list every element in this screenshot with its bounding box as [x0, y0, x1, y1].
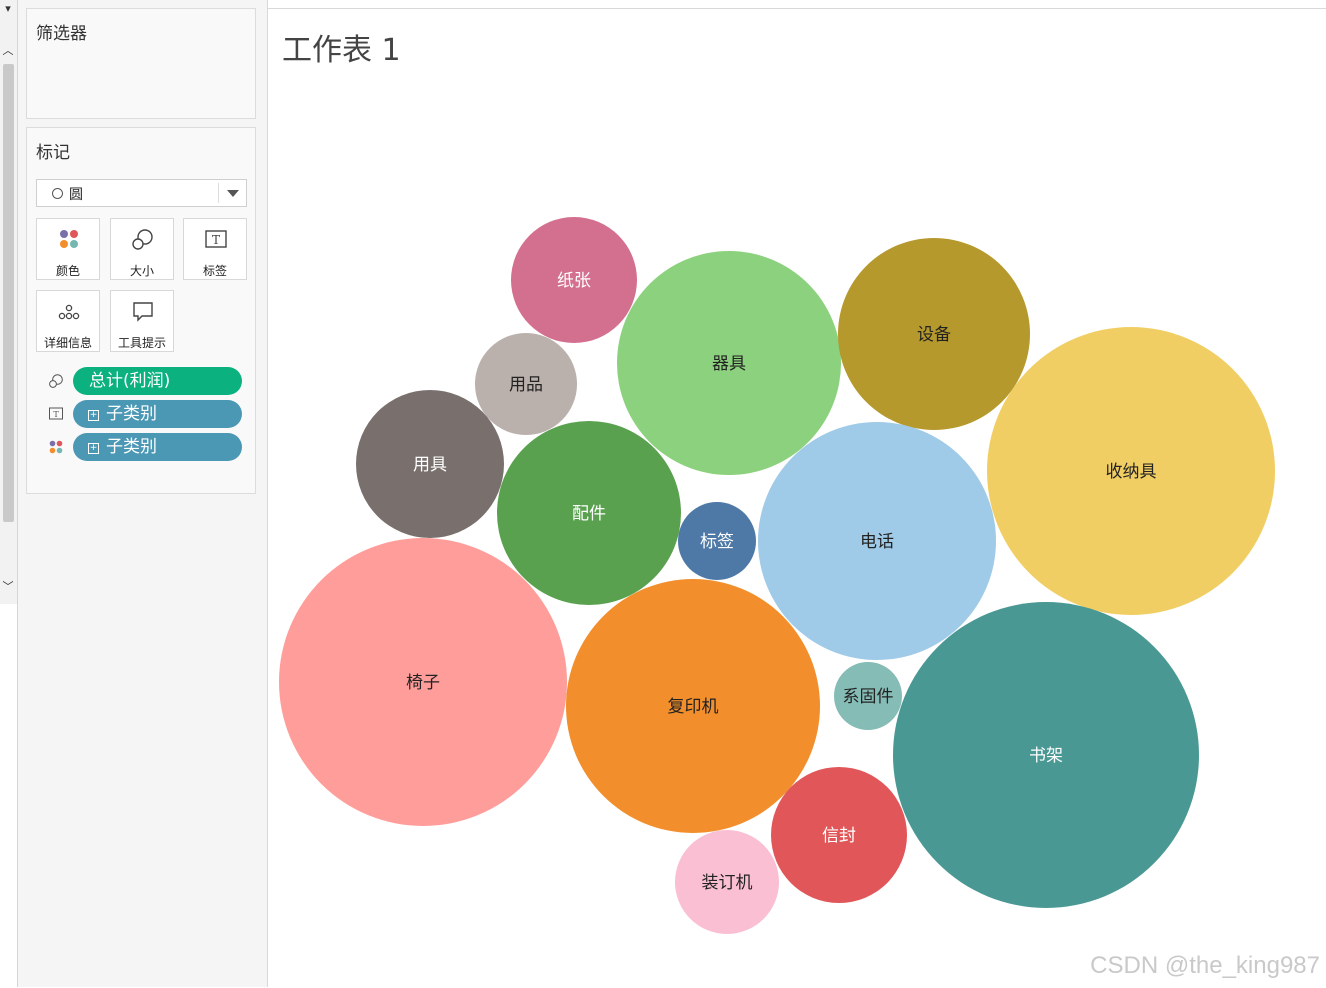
expand-plus-icon[interactable]: + [88, 410, 99, 421]
bubble-label: 配件 [572, 504, 606, 524]
bubble-label: 设备 [917, 325, 951, 345]
bubble[interactable]: 用品 [475, 333, 577, 435]
bubble-label: 收纳具 [1106, 462, 1157, 482]
bubble[interactable]: 器具 [617, 251, 841, 475]
side-panel: 筛选器 标记 圆 颜色 大小 T 标签 详细信息 工具提示 总计(利润) T +… [18, 0, 268, 987]
dropdown-divider [218, 183, 219, 203]
bubble[interactable]: 椅子 [279, 538, 567, 826]
color-dots-icon [60, 230, 78, 248]
color-dots-icon [49, 440, 63, 454]
bubble-label: 装订机 [702, 873, 753, 893]
label-text-icon: T [205, 230, 227, 248]
svg-text:T: T [212, 233, 220, 247]
label-text-icon: T [49, 407, 63, 420]
bubble[interactable]: 复印机 [566, 579, 820, 833]
circle-mark-icon [52, 188, 63, 199]
bubble-label: 用具 [413, 455, 447, 475]
bubble-chart[interactable]: 纸张器具 设备用品收纳具 用具配件标签 电话椅子复印机 系固件书架信封装订机 [268, 9, 1326, 988]
size-pill-row: 总计(利润) [27, 367, 257, 395]
marks-title: 标记 [36, 143, 70, 163]
bubble-label: 电话 [860, 532, 894, 552]
size-button-label: 大小 [129, 264, 154, 278]
bubble[interactable]: 设备 [838, 238, 1030, 430]
filters-title: 筛选器 [36, 24, 87, 44]
scrollbar-thumb[interactable] [3, 64, 14, 522]
detail-dots-icon [58, 304, 80, 320]
tooltip-button[interactable]: 工具提示 [110, 290, 174, 352]
color-button-label: 颜色 [55, 264, 80, 278]
bubble[interactable]: 收纳具 [987, 327, 1275, 615]
chevron-down-icon[interactable] [227, 190, 239, 197]
expand-plus-icon[interactable]: + [88, 443, 99, 454]
bubble-label: 器具 [712, 354, 746, 374]
filters-shelf[interactable]: 筛选器 [26, 8, 256, 119]
label-pill-row: T + 子类别 [27, 400, 257, 428]
mark-type-dropdown[interactable]: 圆 [36, 179, 247, 207]
size-circles-icon [132, 229, 153, 250]
label-button[interactable]: T 标签 [183, 218, 247, 280]
subcategory-label-pill[interactable]: + 子类别 [73, 400, 242, 428]
bubble-label: 椅子 [406, 673, 440, 693]
bubble-label: 用品 [509, 375, 543, 395]
label-button-label: 标签 [202, 264, 227, 278]
bubble-label: 复印机 [668, 697, 719, 717]
color-button[interactable]: 颜色 [36, 218, 100, 280]
bubble[interactable]: 书架 [893, 602, 1199, 908]
marks-card: 标记 圆 颜色 大小 T 标签 详细信息 工具提示 总计(利润) T + 子类别… [26, 127, 256, 494]
bubble[interactable]: 装订机 [675, 830, 779, 934]
pill-label: 子类别 [106, 437, 157, 457]
bubble-label: 系固件 [843, 687, 894, 707]
bubble[interactable]: 信封 [771, 767, 907, 903]
detail-button[interactable]: 详细信息 [36, 290, 100, 352]
pill-label: 子类别 [106, 404, 157, 424]
bubble[interactable]: 用具 [356, 390, 504, 538]
mark-type-value: 圆 [69, 187, 83, 203]
detail-button-label: 详细信息 [43, 336, 92, 350]
scroll-menu-arrow-icon[interactable]: ▾ [1, 2, 15, 16]
bubble[interactable]: 配件 [497, 421, 681, 605]
bubble[interactable]: 电话 [758, 422, 996, 660]
outer-scrollbar[interactable]: ▾ ︿ ﹀ [0, 0, 18, 987]
gutter-blank [0, 604, 18, 987]
pill-label: 总计(利润) [89, 371, 171, 391]
tooltip-button-label: 工具提示 [117, 336, 166, 350]
bubble-label: 纸张 [557, 271, 591, 291]
svg-text:T: T [53, 410, 59, 419]
tooltip-bubble-icon [133, 302, 153, 322]
bubble-label: 书架 [1029, 746, 1063, 766]
size-circles-icon [49, 374, 63, 388]
color-pill-row: + 子类别 [27, 433, 257, 461]
scroll-down-icon[interactable]: ﹀ [1, 580, 15, 594]
size-button[interactable]: 大小 [110, 218, 174, 280]
worksheet-view: 工作表 1 纸张 器具 设备 用品 收纳具 用具 配件 标签 电话 椅子 复印机 系固件 书架 信封 装订机… [268, 8, 1326, 988]
bubble[interactable]: 标签 [678, 502, 756, 580]
bubble[interactable]: 系固件 [834, 662, 902, 730]
scroll-up-icon[interactable]: ︿ [1, 44, 15, 58]
watermark: CSDN @the_king987 [1090, 952, 1320, 979]
subcategory-color-pill[interactable]: + 子类别 [73, 433, 242, 461]
bubble-label: 信封 [822, 826, 856, 846]
bubble[interactable]: 纸张 [511, 217, 637, 343]
bubble-label: 标签 [700, 532, 734, 552]
profit-sum-pill[interactable]: 总计(利润) [73, 367, 242, 395]
